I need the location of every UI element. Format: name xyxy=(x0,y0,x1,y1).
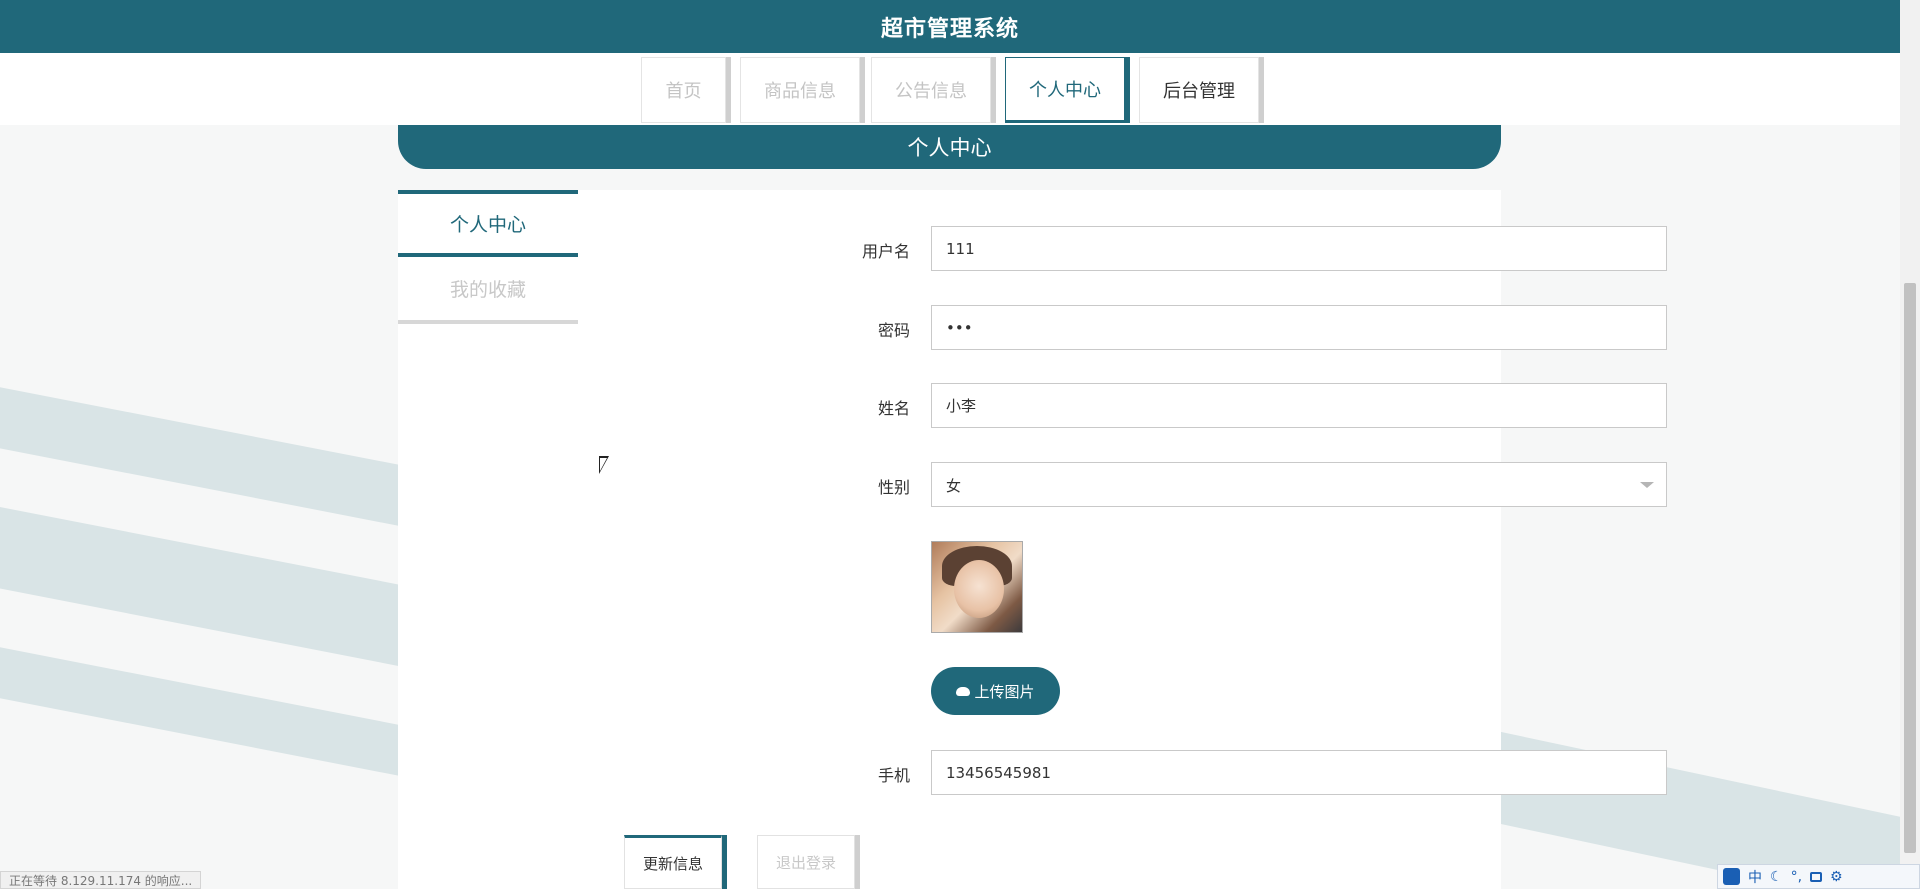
status-text: 正在等待 8.129.11.174 的响应... xyxy=(9,874,193,888)
name-label: 姓名 xyxy=(877,399,910,418)
panel-title: 个人中心 xyxy=(398,125,1501,169)
form-row-avatar xyxy=(598,541,1468,635)
gender-select[interactable]: 女 xyxy=(931,462,1667,507)
side-menu: 个人中心 我的收藏 xyxy=(398,190,578,324)
form-row-password: 密码 xyxy=(598,305,1667,350)
nav-item-home[interactable]: 首页 xyxy=(641,57,726,123)
nav-item-products[interactable]: 商品信息 xyxy=(740,57,860,123)
nav-item-admin[interactable]: 后台管理 xyxy=(1139,57,1259,123)
form-row-gender: 性别 女 xyxy=(598,462,1667,507)
upload-image-label: 上传图片 xyxy=(974,683,1035,701)
name-field[interactable] xyxy=(931,383,1667,428)
nav-item-notices[interactable]: 公告信息 xyxy=(871,57,991,123)
avatar-image xyxy=(931,541,1023,633)
password-label: 密码 xyxy=(877,321,910,340)
username-field[interactable] xyxy=(931,226,1667,271)
logout-button[interactable]: 退出登录 xyxy=(757,835,855,889)
phone-field[interactable] xyxy=(931,750,1667,795)
page-scrollbar[interactable] xyxy=(1900,0,1920,889)
form-row-name: 姓名 xyxy=(598,383,1667,428)
form-row-username: 用户名 xyxy=(598,226,1667,271)
form-row-upload: 上传图片 xyxy=(598,667,1468,717)
ime-logo-icon[interactable] xyxy=(1723,868,1740,885)
upload-image-button[interactable]: 上传图片 xyxy=(931,667,1060,715)
app-header: 超市管理系统 xyxy=(0,0,1900,53)
punctuation-icon[interactable]: °, xyxy=(1791,869,1802,885)
update-info-button[interactable]: 更新信息 xyxy=(624,835,722,889)
cloud-upload-icon xyxy=(956,686,971,696)
form-row-phone: 手机 xyxy=(598,750,1667,795)
panel-title-text: 个人中心 xyxy=(907,136,992,160)
side-item-personal-center[interactable]: 个人中心 xyxy=(398,190,578,257)
nav-item-personal-center[interactable]: 个人中心 xyxy=(1005,57,1125,123)
ime-mode-toggle[interactable]: 中 xyxy=(1748,867,1762,887)
ime-toolbar[interactable]: 中 ☾ °, ⚙ xyxy=(1717,864,1920,889)
side-item-favorites[interactable]: 我的收藏 xyxy=(398,257,578,324)
main-nav: 首页 商品信息 公告信息 个人中心 后台管理 xyxy=(0,53,1900,125)
username-label: 用户名 xyxy=(861,242,910,261)
keyboard-icon[interactable] xyxy=(1810,871,1823,882)
app-title: 超市管理系统 xyxy=(880,16,1019,42)
settings-icon[interactable]: ⚙ xyxy=(1830,869,1843,885)
moon-icon[interactable]: ☾ xyxy=(1770,869,1783,885)
mouse-cursor-icon xyxy=(599,456,609,474)
chevron-down-icon xyxy=(1640,482,1654,488)
password-field[interactable] xyxy=(931,305,1667,350)
phone-label: 手机 xyxy=(877,766,910,785)
gender-select-value: 女 xyxy=(946,477,962,495)
content-area: 个人中心 我的收藏 用户名 密码 姓名 性别 女 上传图片 xyxy=(398,190,1667,889)
scrollbar-thumb[interactable] xyxy=(1904,283,1916,853)
gender-label: 性别 xyxy=(877,478,910,497)
browser-status-bar: 正在等待 8.129.11.174 的响应... xyxy=(0,871,202,889)
